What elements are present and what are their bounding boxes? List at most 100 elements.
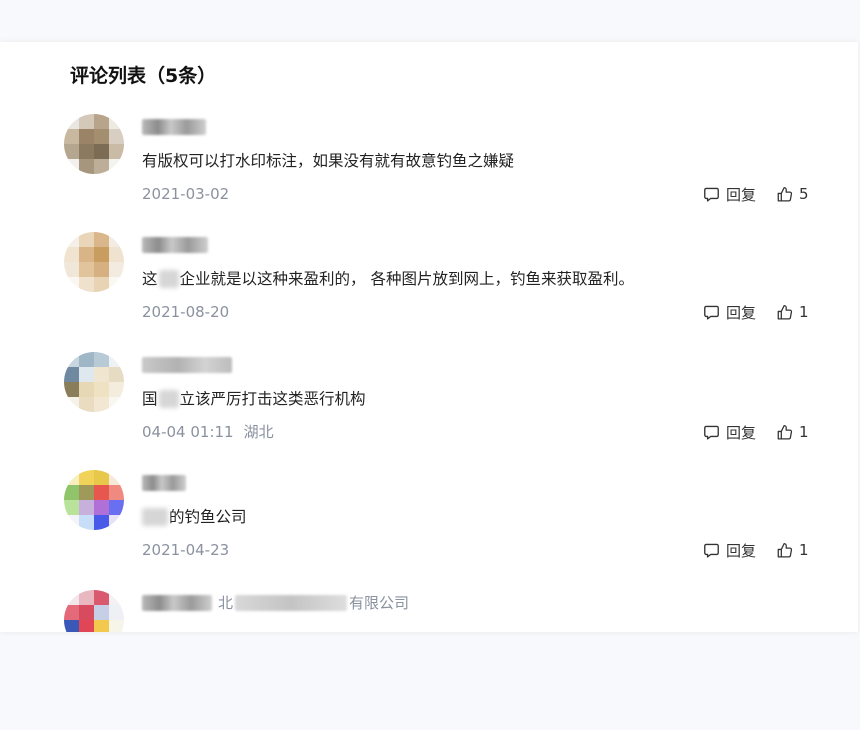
avatar-pixel	[64, 144, 79, 159]
thumbs-up-icon	[776, 542, 793, 559]
avatar-pixel	[64, 485, 79, 500]
avatar-pixel	[79, 247, 94, 262]
comment-text-after: 立该严厉打击这类恶行机构	[179, 390, 366, 408]
avatar-pixel	[94, 500, 109, 515]
avatar-pixel	[64, 620, 79, 632]
avatar-pixel	[94, 605, 109, 620]
comment-list-title: 评论列表（5条）	[70, 65, 217, 87]
username-blurred[interactable]	[142, 356, 232, 374]
avatar-pixel	[79, 590, 94, 605]
avatar-pixel	[79, 159, 94, 174]
username-blurred[interactable]	[142, 118, 206, 136]
avatar[interactable]	[64, 114, 124, 174]
avatar-pixel	[94, 515, 109, 530]
comment-actions: 回复 1	[703, 422, 809, 442]
reply-button[interactable]: 回复	[703, 422, 756, 443]
avatar-pixel	[64, 500, 79, 515]
comment-item: 有版权可以打水印标注，如果没有就有故意钓鱼之嫌疑 2021-03-02 回复 5	[0, 112, 858, 230]
comment-date: 04-04 01:11	[142, 423, 234, 441]
avatar-pixel	[64, 352, 79, 367]
avatar-pixel	[64, 277, 79, 292]
like-button[interactable]: 1	[776, 303, 809, 321]
like-button[interactable]: 5	[776, 185, 809, 203]
avatar-pixel	[79, 262, 94, 277]
reply-label: 回复	[726, 303, 757, 322]
avatar[interactable]	[64, 232, 124, 292]
comment-content: 国 立该严厉打击这类恶行机构	[142, 388, 366, 410]
avatar-pixel	[79, 352, 94, 367]
avatar-pixel	[109, 605, 124, 620]
avatar-pixel	[94, 620, 109, 632]
blurred-username	[142, 595, 212, 611]
avatar-pixel	[109, 500, 124, 515]
avatar[interactable]	[64, 352, 124, 412]
avatar-pixel	[64, 262, 79, 277]
username-company[interactable]: 北 有限公司	[142, 594, 409, 612]
reply-button[interactable]: 回复	[703, 540, 756, 561]
avatar-pixel	[109, 247, 124, 262]
blurred-username	[142, 357, 232, 373]
reply-button[interactable]: 回复	[703, 302, 756, 323]
avatar-pixel	[109, 397, 124, 412]
avatar-pixel	[109, 590, 124, 605]
avatar-pixel	[109, 367, 124, 382]
avatar-pixel	[94, 159, 109, 174]
avatar-pixel	[79, 129, 94, 144]
avatar-pixel	[64, 470, 79, 485]
avatar-pixel	[109, 114, 124, 129]
avatar-pixel	[79, 397, 94, 412]
avatar-pixel	[94, 397, 109, 412]
avatar-pixel	[94, 352, 109, 367]
avatar-pixel	[79, 144, 94, 159]
company-text-part: 有限公司	[349, 594, 410, 612]
comment-bubble-icon	[703, 186, 720, 203]
comment-item: 的钓鱼公司 2021-04-23 回复 1	[0, 468, 858, 586]
comment-content: 的钓鱼公司	[142, 506, 247, 528]
comment-list-card: 评论列表（5条） 有版权可以打水印标注，如果没有就有故意钓鱼之嫌疑 2021-0…	[0, 42, 858, 632]
comment-text-before: 这	[142, 270, 158, 288]
comment-item: 这 企业就是以这种来盈利的， 各种图片放到网上，钓鱼来获取盈利。 2021-08…	[0, 230, 858, 348]
thumbs-up-icon	[776, 304, 793, 321]
thumbs-up-icon	[776, 186, 793, 203]
avatar-pixel	[79, 114, 94, 129]
avatar-pixel	[64, 382, 79, 397]
thumbs-up-icon	[776, 424, 793, 441]
like-button[interactable]: 1	[776, 423, 809, 441]
comment-date: 2021-08-20	[142, 303, 230, 321]
avatar-pixel	[64, 114, 79, 129]
avatar-pixel	[64, 247, 79, 262]
avatar-pixel	[79, 277, 94, 292]
comment-actions: 回复 1	[703, 540, 809, 560]
avatar-pixel	[94, 367, 109, 382]
avatar-pixel	[94, 590, 109, 605]
avatar[interactable]	[64, 470, 124, 530]
avatar-pixel	[109, 620, 124, 632]
avatar-pixel	[94, 470, 109, 485]
avatar-pixel	[109, 159, 124, 174]
like-count: 1	[799, 303, 809, 321]
avatar-pixel	[94, 262, 109, 277]
avatar-pixel	[94, 114, 109, 129]
comment-text-before: 国	[142, 390, 158, 408]
avatar-pixel	[79, 232, 94, 247]
like-count: 1	[799, 541, 809, 559]
avatar-pixel	[94, 485, 109, 500]
like-count: 1	[799, 423, 809, 441]
avatar[interactable]	[64, 590, 124, 632]
avatar-pixel	[94, 277, 109, 292]
avatar-pixel	[94, 382, 109, 397]
avatar-pixel	[64, 605, 79, 620]
comment-meta: 04-04 01:11 湖北	[142, 422, 274, 442]
comment-bubble-icon	[703, 542, 720, 559]
comment-text: 有版权可以打水印标注，如果没有就有故意钓鱼之嫌疑	[142, 152, 515, 170]
like-button[interactable]: 1	[776, 541, 809, 559]
reply-button[interactable]: 回复	[703, 184, 756, 205]
username-blurred[interactable]	[142, 474, 186, 492]
avatar-pixel	[109, 485, 124, 500]
avatar-pixel	[79, 367, 94, 382]
avatar-pixel	[64, 515, 79, 530]
comment-date: 2021-03-02	[142, 185, 230, 203]
avatar-pixel	[79, 485, 94, 500]
avatar-pixel	[64, 397, 79, 412]
username-blurred[interactable]	[142, 236, 208, 254]
